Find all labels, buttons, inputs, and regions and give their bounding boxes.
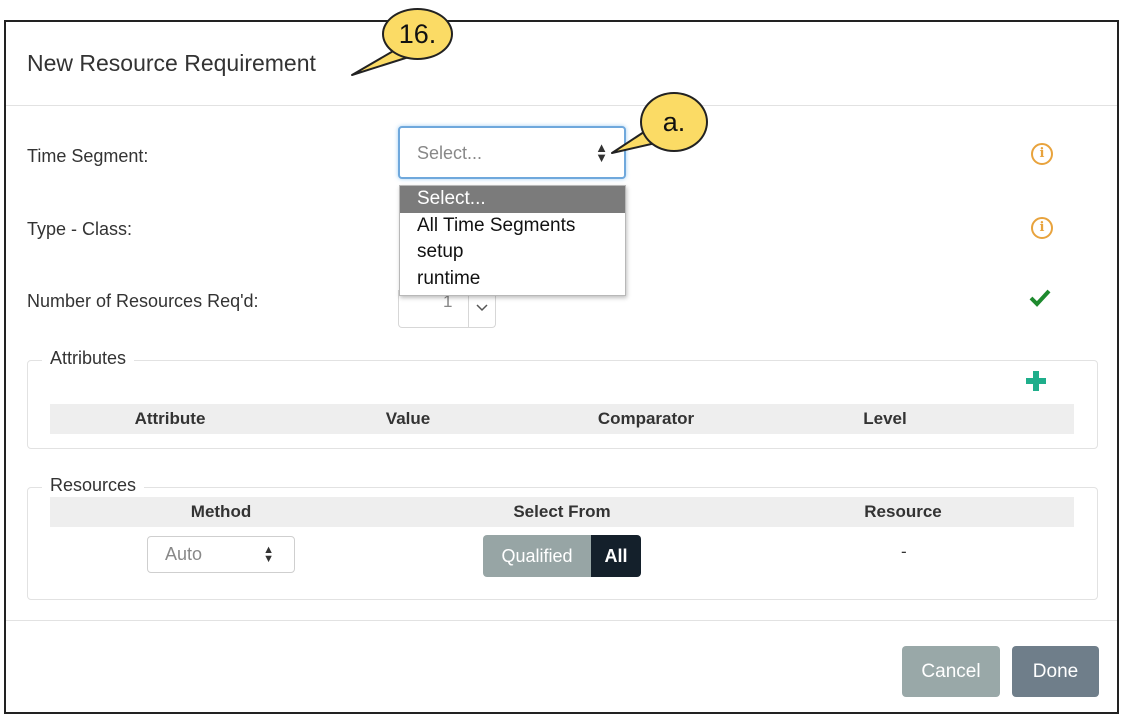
step-callout: 16. xyxy=(382,8,453,60)
callout-pointers xyxy=(351,49,661,154)
sub-step-callout: a. xyxy=(640,92,708,152)
